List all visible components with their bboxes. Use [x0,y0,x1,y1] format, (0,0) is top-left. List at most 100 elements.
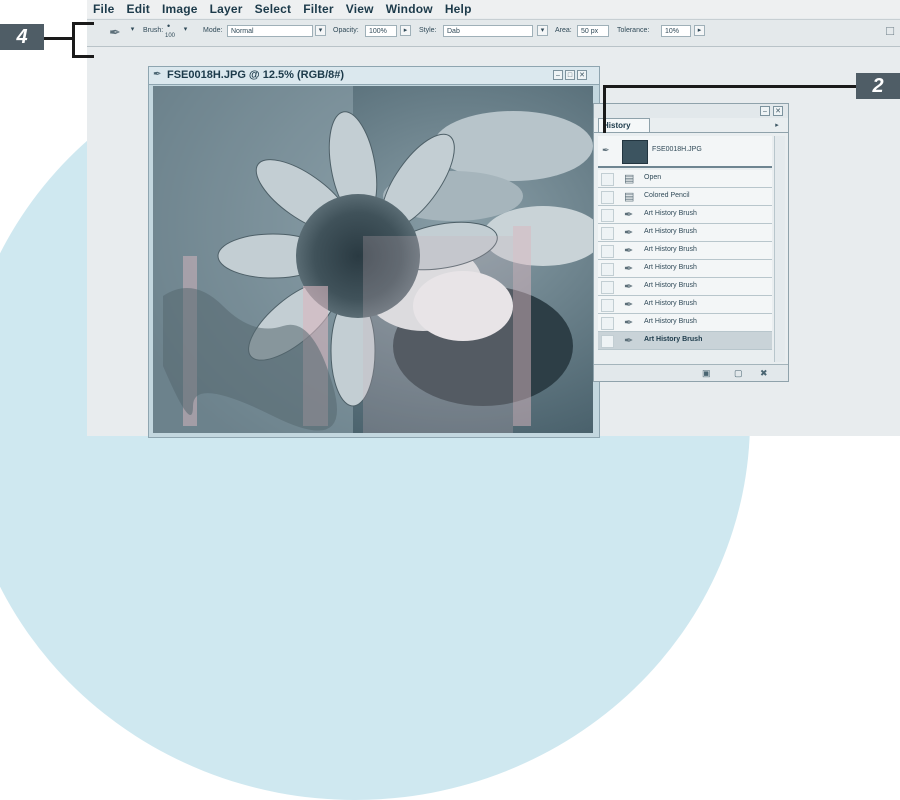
history-item[interactable]: ▤ Open [598,170,772,188]
history-item-label: Art History Brush [644,300,697,307]
palette-well-icon[interactable]: □ [886,23,894,38]
area-field[interactable]: 50 px [577,25,609,37]
history-item[interactable]: ✒ Art History Brush [598,206,772,224]
document-icon: ▤ [624,173,635,185]
history-source-checkbox[interactable] [601,317,614,330]
style-select[interactable]: Dab [443,25,533,37]
history-item[interactable]: ✒ Art History Brush [598,296,772,314]
opacity-field[interactable]: 100% [365,25,397,37]
brush-dropdown[interactable]: ▾ [180,25,191,36]
new-snapshot-icon[interactable]: ▢ [734,368,743,379]
menu-view[interactable]: View [346,2,374,16]
history-source-checkbox[interactable] [601,209,614,222]
history-item-label: Art History Brush [644,246,697,253]
history-panel: – ✕ History ▸ ✒ FSE0018H.JPG ▤ Open ▤ Colo… [593,103,789,382]
style-label: Style: [419,27,437,34]
callout-2-connector [603,85,856,88]
callout-4: 4 [0,24,44,50]
history-item[interactable]: ✒ Art History Brush [598,314,772,332]
options-bar: ✒ ▾ Brush: • 100 ▾ Mode: Normal ▾ Opacit… [87,19,900,47]
history-item[interactable]: ✒ Art History Brush [598,224,772,242]
tolerance-field[interactable]: 10% [661,25,691,37]
history-item-label: Art History Brush [644,318,697,325]
history-item-label: Colored Pencil [644,192,690,199]
history-item-label: Art History Brush [644,336,703,343]
panel-close-button[interactable]: ✕ [773,106,783,116]
tab-divider [594,132,788,133]
menu-window[interactable]: Window [386,2,433,16]
tolerance-slider-button[interactable]: ▸ [694,25,705,36]
menu-help[interactable]: Help [445,2,472,16]
history-panel-titlebar[interactable]: – ✕ [594,104,788,118]
panel-minimize-button[interactable]: – [760,106,770,116]
opacity-label: Opacity: [333,27,359,34]
brush-size-value: 100 [165,33,176,39]
history-item[interactable]: ✒ Art History Brush [598,242,772,260]
new-document-icon[interactable]: ▣ [702,368,711,379]
history-list: ▤ Open ▤ Colored Pencil ✒ Art History Brush… [598,170,772,350]
brush-label: Brush: [143,27,164,34]
history-source-checkbox[interactable] [601,191,614,204]
history-item-label: Art History Brush [644,228,697,235]
opacity-slider-button[interactable]: ▸ [400,25,411,36]
menu-edit[interactable]: Edit [126,2,149,16]
art-history-brush-icon: ✒ [624,263,634,275]
history-source-checkbox[interactable] [601,299,614,312]
sunflower-image [153,86,593,433]
menu-image[interactable]: Image [162,2,198,16]
history-item[interactable]: ✒ Art History Brush [598,278,772,296]
maximize-button[interactable]: □ [565,70,575,80]
panel-menu-icon[interactable]: ▸ [772,121,782,131]
history-source-checkbox[interactable] [601,227,614,240]
callout-4-connector [44,37,74,40]
art-history-brush-icon: ✒ [624,317,634,329]
brush-preview-icon[interactable]: • [167,21,170,31]
document-icon: ▤ [624,191,635,203]
menu-file[interactable]: File [93,2,114,16]
minimize-button[interactable]: – [553,70,563,80]
history-item-label: Open [644,174,662,181]
trash-icon[interactable]: ✖ [760,368,768,379]
callout-4-bracket-bottom [72,55,94,58]
art-history-brush-icon: ✒ [624,209,634,221]
history-source-checkbox[interactable] [601,335,614,348]
art-history-brush-icon: ✒ [624,335,634,347]
mode-dropdown-button[interactable]: ▾ [315,25,326,36]
menu-filter[interactable]: Filter [303,2,334,16]
history-source-checkbox[interactable] [601,245,614,258]
image-canvas[interactable] [153,86,593,433]
history-source-checkbox[interactable] [601,173,614,186]
tool-preset-dropdown[interactable]: ▾ [127,25,138,36]
history-source-checkbox[interactable] [601,281,614,294]
close-button[interactable]: ✕ [577,70,587,80]
history-item-current[interactable]: ✒ Art History Brush [598,332,772,350]
art-history-brush-icon: ✒ [624,299,634,311]
history-snapshot[interactable]: ✒ FSE0018H.JPG [598,136,772,168]
callout-4-bracket [72,22,75,58]
art-history-brush-icon: ✒ [624,245,634,257]
style-dropdown-button[interactable]: ▾ [537,25,548,36]
art-history-brush-icon: ✒ [624,227,634,239]
art-history-brush-icon[interactable]: ✒ [109,24,121,41]
menu-select[interactable]: Select [255,2,292,16]
snapshot-label: FSE0018H.JPG [652,146,702,153]
document-title: FSE0018H.JPG @ 12.5% (RGB/8#) [167,69,345,81]
history-source-brush-icon[interactable]: ✒ [602,145,610,156]
menu-layer[interactable]: Layer [210,2,243,16]
art-history-brush-icon: ✒ [624,281,634,293]
callout-4-bracket-top [72,22,94,25]
history-item[interactable]: ✒ Art History Brush [598,260,772,278]
history-panel-footer: ▣ ▢ ✖ [594,364,788,381]
brush-document-icon: ✒ [153,69,162,80]
document-title-bar[interactable]: ✒ FSE0018H.JPG @ 12.5% (RGB/8#) – □ ✕ [149,67,599,85]
history-item-label: Art History Brush [644,210,697,217]
mode-label: Mode: [203,27,223,34]
history-scrollbar[interactable] [774,136,785,362]
document-window: ✒ FSE0018H.JPG @ 12.5% (RGB/8#) – □ ✕ [148,66,600,438]
history-item[interactable]: ▤ Colored Pencil [598,188,772,206]
mode-select[interactable]: Normal [227,25,313,37]
snapshot-thumbnail [622,140,648,164]
callout-2: 2 [856,73,900,99]
tolerance-label: Tolerance: [617,27,650,34]
history-source-checkbox[interactable] [601,263,614,276]
